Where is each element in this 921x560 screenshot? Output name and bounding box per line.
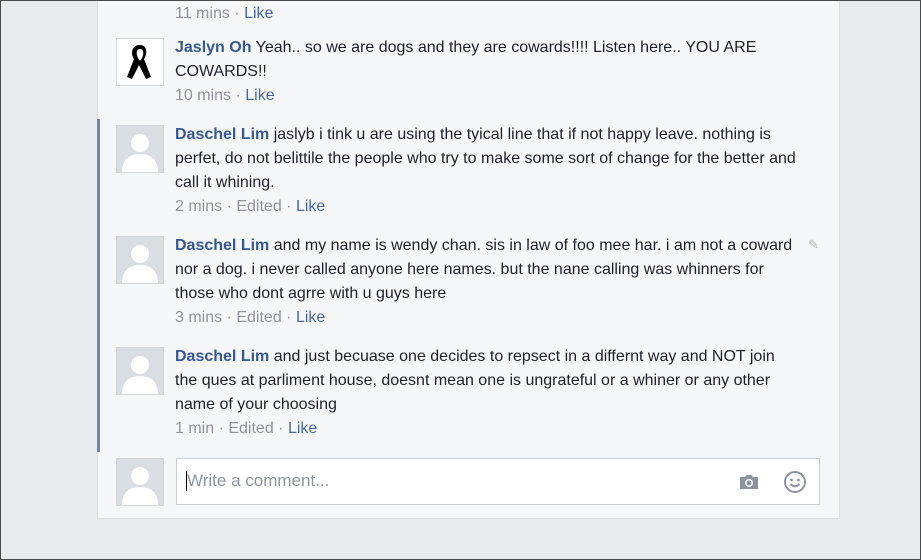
comment-body: jaslyb i tink u are using the tyical lin… [175, 126, 796, 191]
comment-meta: 1 min · Edited · Like [175, 420, 318, 437]
comment-time[interactable]: 3 mins [175, 309, 222, 326]
like-link[interactable]: Like [296, 198, 325, 215]
edited-label[interactable]: Edited [228, 420, 273, 437]
reply-thread-indicator [97, 119, 100, 452]
camera-icon[interactable] [737, 470, 761, 494]
like-link[interactable]: Like [288, 420, 317, 437]
comment-time[interactable]: 2 mins [175, 198, 222, 215]
comment-input[interactable]: Write a comment... [176, 458, 820, 505]
previous-comment-meta: 11 mins · Like [175, 5, 274, 22]
comment-placeholder: Write a comment... [187, 471, 330, 490]
default-avatar-icon[interactable] [116, 347, 164, 395]
like-link[interactable]: Like [244, 5, 273, 22]
comment-time: 11 mins [175, 5, 230, 22]
comment-text: Daschel Lim and my name is wendy chan. s… [175, 234, 800, 306]
black-ribbon-icon[interactable] [116, 38, 164, 86]
comment-time[interactable]: 10 mins [175, 87, 231, 104]
comment-meta: 3 mins · Edited · Like [175, 309, 326, 326]
like-link[interactable]: Like [296, 309, 325, 326]
edited-label[interactable]: Edited [236, 309, 281, 326]
comment-meta: 10 mins · Like [175, 87, 275, 104]
default-avatar-icon[interactable] [116, 236, 164, 284]
comment-author[interactable]: Jaslyn Oh [175, 39, 251, 56]
comment-author[interactable]: Daschel Lim [175, 348, 269, 365]
smiley-icon[interactable] [783, 470, 807, 494]
comment-text: Jaslyn Oh Yeah.. so we are dogs and they… [175, 36, 800, 84]
edit-pencil-icon[interactable]: ✎ [808, 237, 819, 253]
comment-body: Yeah.. so we are dogs and they are cowar… [175, 39, 757, 80]
comment-author[interactable]: Daschel Lim [175, 237, 269, 254]
comment-composer: Write a comment... [116, 458, 820, 506]
comment-time[interactable]: 1 min [175, 420, 214, 437]
default-avatar-icon [116, 458, 164, 506]
comment-text: Daschel Lim jaslyb i tink u are using th… [175, 123, 800, 195]
like-link[interactable]: Like [245, 87, 274, 104]
screen-frame: 11 mins · Like Jaslyn Oh Yeah.. so we ar… [0, 0, 921, 560]
default-avatar-icon[interactable] [116, 125, 164, 173]
comment-text: Daschel Lim and just becuase one decides… [175, 345, 800, 417]
comment-author[interactable]: Daschel Lim [175, 126, 269, 143]
edited-label[interactable]: Edited [236, 198, 281, 215]
comment-meta: 2 mins · Edited · Like [175, 198, 326, 215]
